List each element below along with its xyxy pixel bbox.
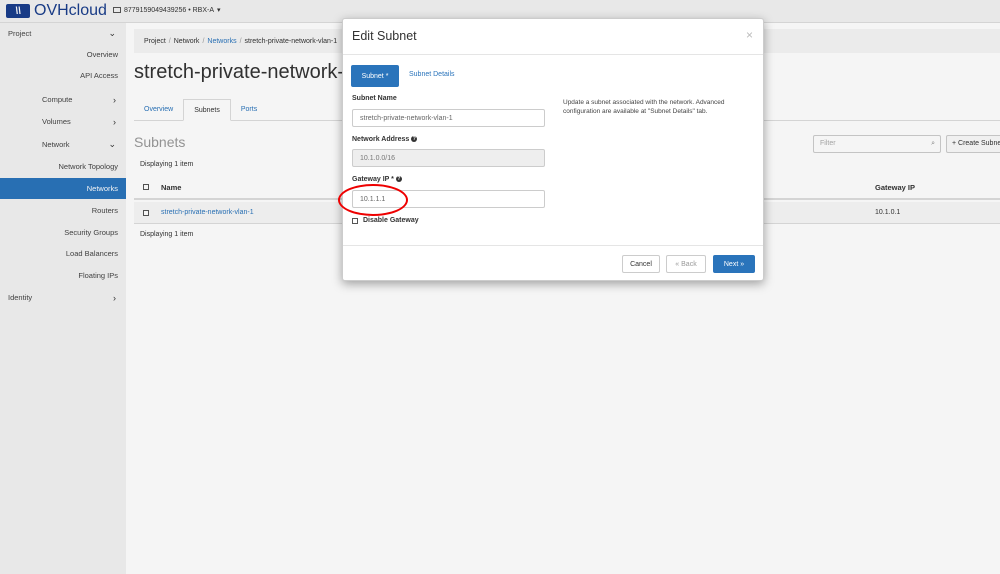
close-icon[interactable]: × [746, 28, 753, 42]
edit-subnet-modal: Edit Subnet × Subnet * Subnet Details Su… [338, 18, 764, 281]
modal-header: Edit Subnet × [343, 19, 763, 55]
modal-title: Edit Subnet [352, 29, 417, 43]
help-icon[interactable]: ? [411, 136, 418, 143]
gateway-ip-label-text: Gateway IP * [352, 176, 394, 183]
disable-gateway-checkbox[interactable] [352, 217, 358, 224]
network-address-input[interactable]: 10.1.0.0/16 [352, 149, 545, 167]
modal-footer-divider [343, 245, 763, 246]
help-icon[interactable]: ? [395, 176, 402, 183]
tab-subnet-details[interactable]: Subnet Details [409, 71, 455, 78]
network-address-label: Network Address? [352, 136, 418, 143]
disable-gateway-option[interactable]: Disable Gateway [352, 217, 419, 224]
cancel-button[interactable]: Cancel [622, 255, 660, 273]
subnet-name-label: Subnet Name [352, 95, 397, 102]
gateway-ip-label: Gateway IP *? [352, 176, 402, 183]
tab-subnet[interactable]: Subnet * [351, 65, 399, 87]
highlight-circle-annotation [338, 184, 408, 216]
help-text: Update a subnet associated with the netw… [563, 99, 725, 115]
subnet-name-input[interactable]: stretch-private-network-vlan-1 [352, 109, 545, 127]
next-button[interactable]: Next » [713, 255, 755, 273]
network-address-label-text: Network Address [352, 136, 410, 143]
back-button[interactable]: « Back [666, 255, 706, 273]
disable-gateway-label: Disable Gateway [363, 217, 419, 224]
